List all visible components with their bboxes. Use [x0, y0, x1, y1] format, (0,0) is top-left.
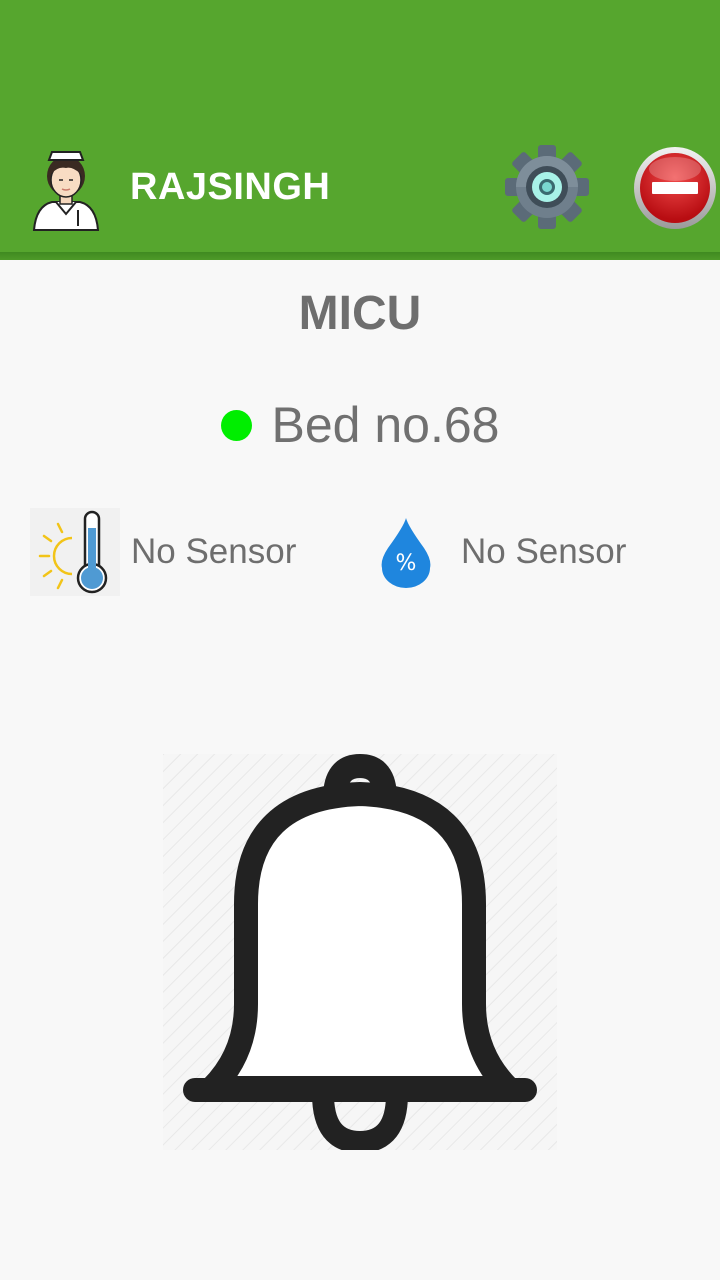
username-label: RAJSINGH [130, 166, 331, 208]
settings-button[interactable] [502, 142, 592, 232]
thermometer-icon [30, 508, 120, 596]
alarm-bell-button[interactable] [163, 753, 557, 1154]
temperature-value: No Sensor [131, 532, 297, 571]
stop-minus-icon [634, 147, 716, 229]
header-shadow [0, 252, 720, 260]
bell-icon [163, 753, 557, 1154]
bed-row: Bed no.68 [0, 390, 720, 460]
bed-label: Bed no.68 [271, 397, 500, 453]
nurse-avatar-icon [22, 144, 110, 232]
humidity-drop-icon: % [378, 516, 434, 588]
logout-button[interactable] [632, 145, 718, 231]
bed-status-indicator [220, 409, 252, 441]
gear-icon [505, 145, 589, 229]
ward-title: MICU [298, 287, 422, 340]
svg-text:%: % [396, 551, 417, 576]
humidity-value: No Sensor [461, 532, 627, 571]
